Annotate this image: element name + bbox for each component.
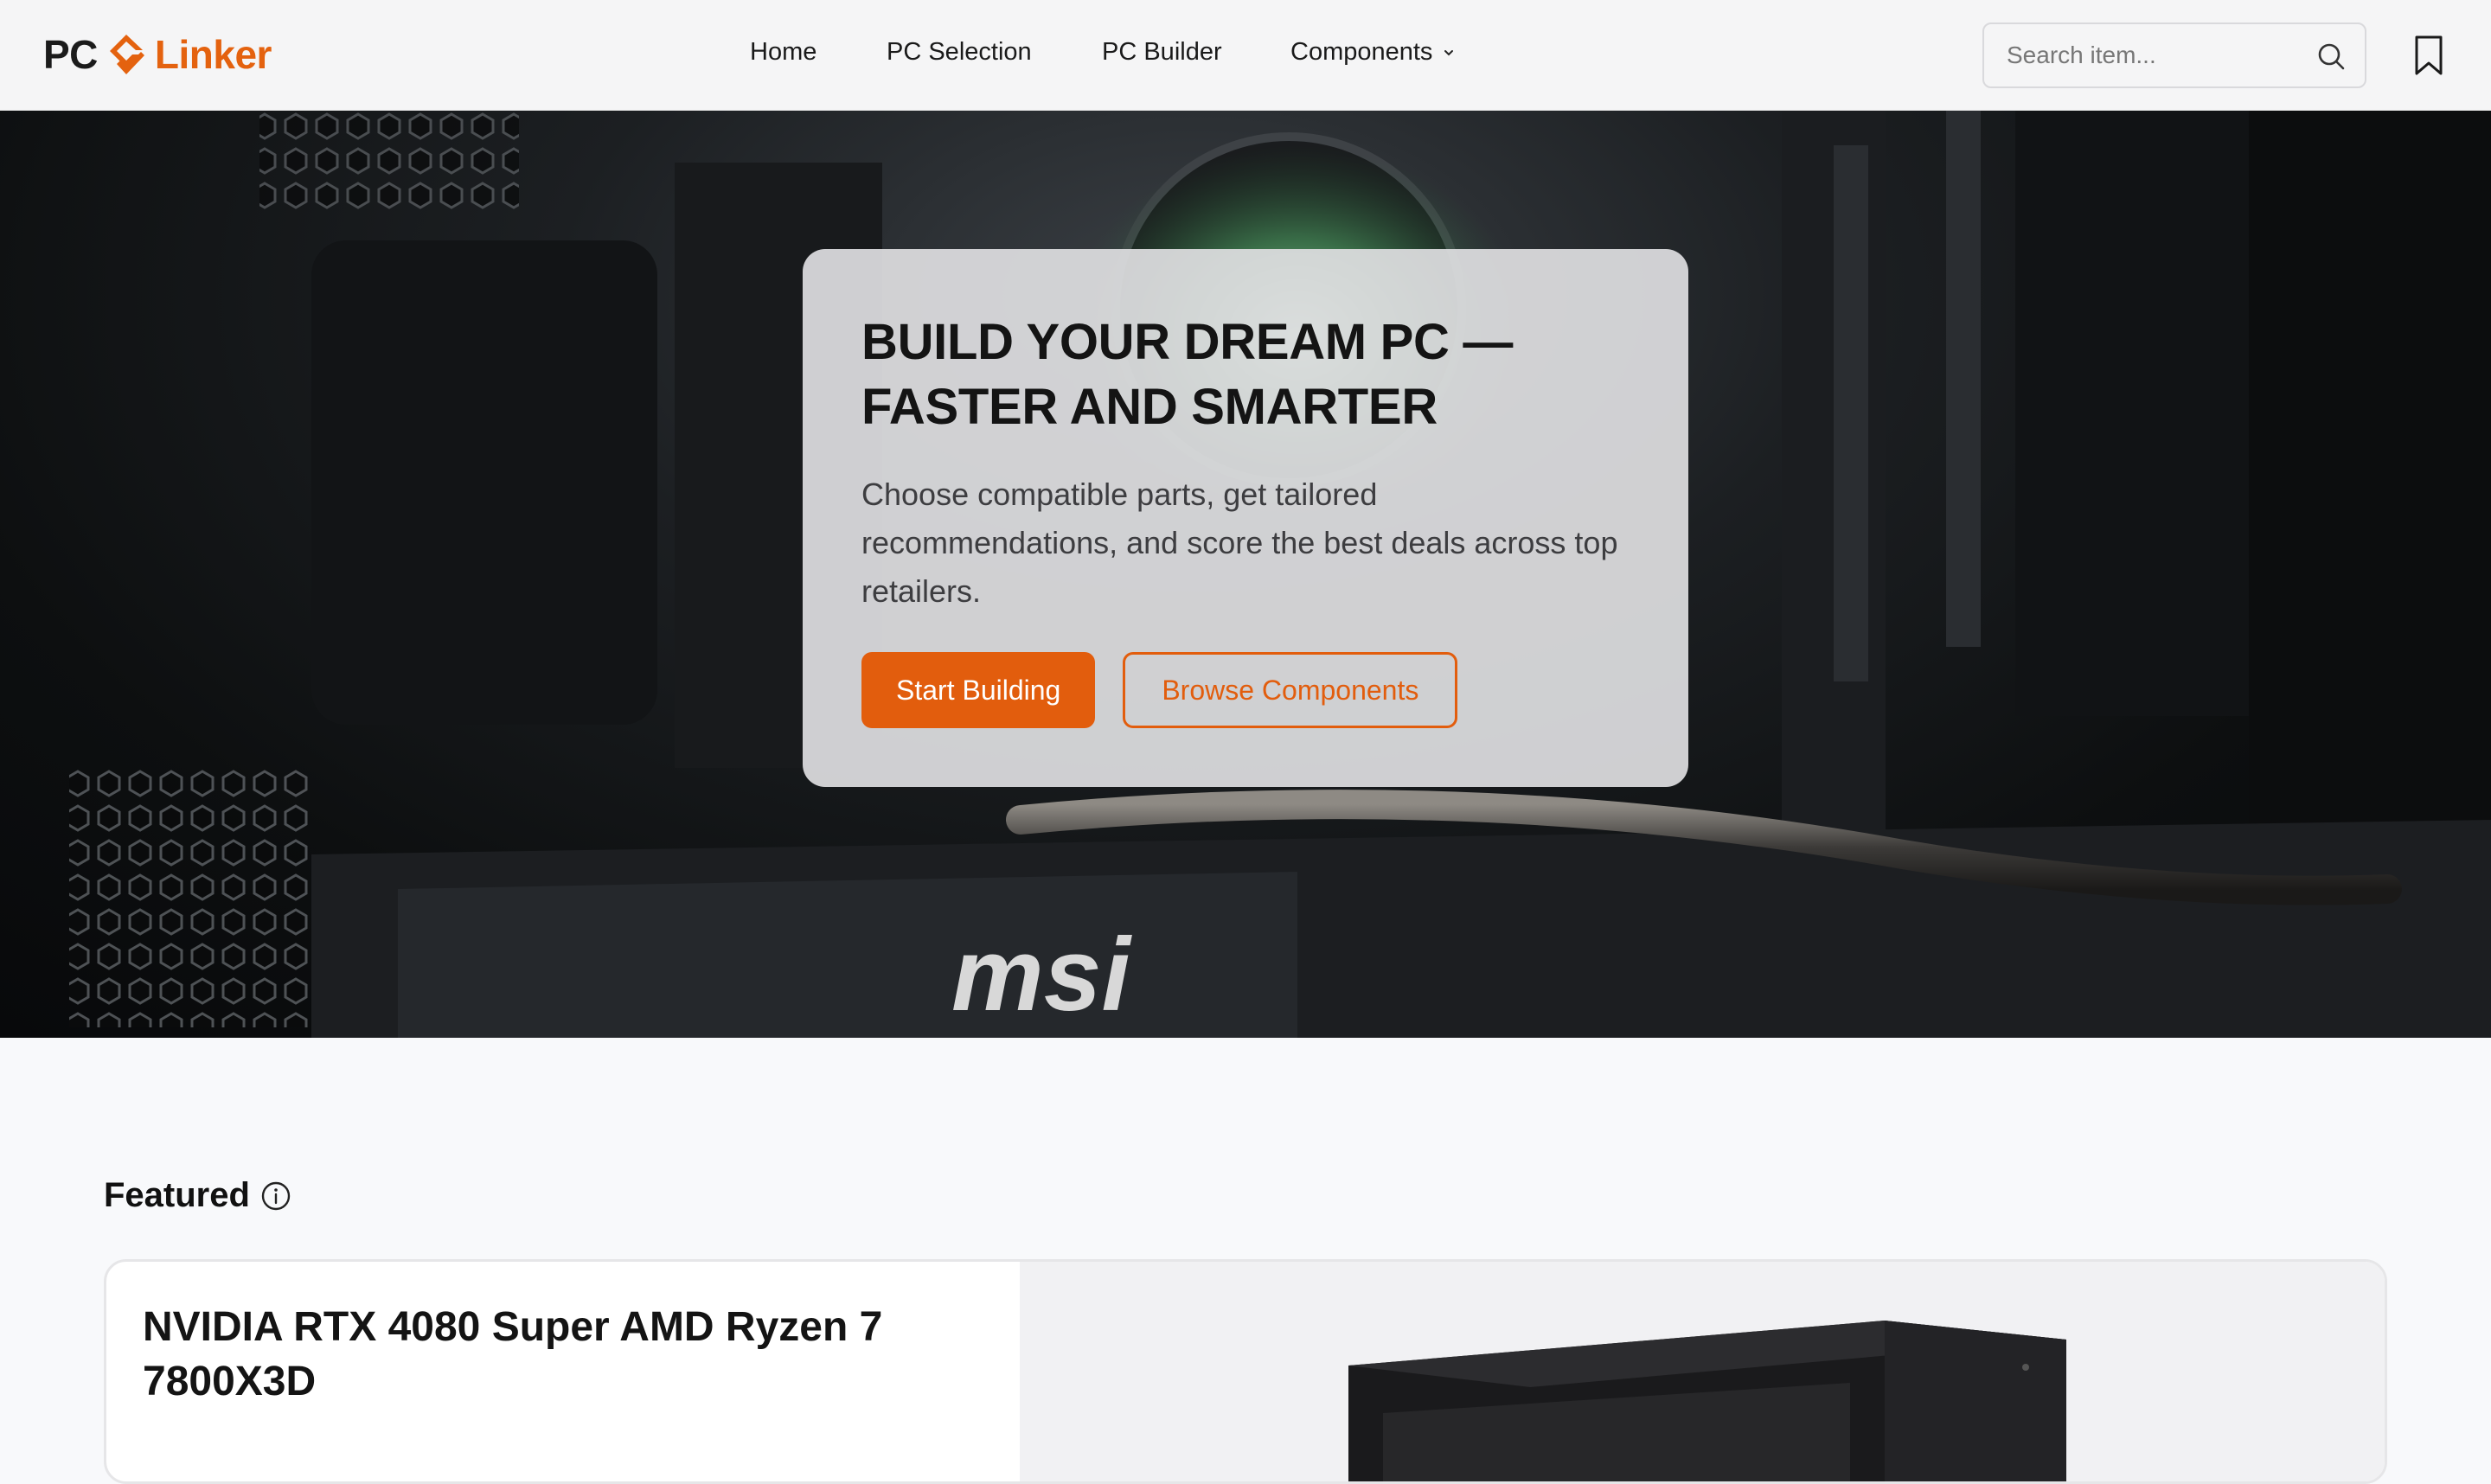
nav-home-label: Home (750, 38, 817, 66)
hero-title-line1: BUILD YOUR DREAM PC — (861, 314, 1514, 370)
info-icon[interactable] (260, 1180, 291, 1212)
hero-title: BUILD YOUR DREAM PC — FASTER AND SMARTER (861, 310, 1630, 439)
browse-components-button[interactable]: Browse Components (1123, 652, 1458, 728)
start-building-button[interactable]: Start Building (861, 652, 1096, 728)
hero-title-line2: FASTER AND SMARTER (861, 379, 1438, 435)
bookmark-icon[interactable] (2413, 35, 2444, 76)
hero-subtitle: Choose compatible parts, get tailored re… (861, 477, 1618, 609)
msi-logo: msi (951, 917, 1132, 1033)
nav-pc-builder-label: PC Builder (1102, 38, 1222, 66)
hero-section: msi BUILD YOUR DREAM PC — FASTER AND SMA… (0, 111, 2491, 1038)
search-input[interactable] (1984, 42, 2296, 69)
featured-title: Featured (104, 1176, 250, 1214)
hero-buttons: Start Building Browse Components (861, 652, 1458, 728)
featured-header: Featured (104, 1176, 291, 1215)
chevron-down-icon (1444, 49, 1454, 55)
nav-home[interactable]: Home (750, 38, 816, 67)
pc-case-image (1348, 1321, 2066, 1481)
nav-components-label: Components (1290, 38, 1433, 66)
search-box (1982, 22, 2366, 88)
featured-product-card[interactable]: NVIDIA RTX 4080 Super AMD Ryzen 7 7800X3… (104, 1259, 2387, 1484)
search-icon[interactable] (2316, 42, 2346, 71)
nav-pc-builder[interactable]: PC Builder (1102, 38, 1222, 67)
hero-card: BUILD YOUR DREAM PC — FASTER AND SMARTER… (803, 249, 1688, 787)
nav-components-dropdown[interactable]: Components (1290, 38, 1457, 67)
top-navbar: PC Linker Home PC Selection PC Builder C… (0, 0, 2491, 111)
featured-product-image (1020, 1262, 2385, 1481)
featured-product-name: NVIDIA RTX 4080 Super AMD Ryzen 7 7800X3… (143, 1304, 883, 1404)
nav-pc-selection-label: PC Selection (887, 38, 1032, 66)
nav-pc-selection[interactable]: PC Selection (887, 38, 1032, 67)
